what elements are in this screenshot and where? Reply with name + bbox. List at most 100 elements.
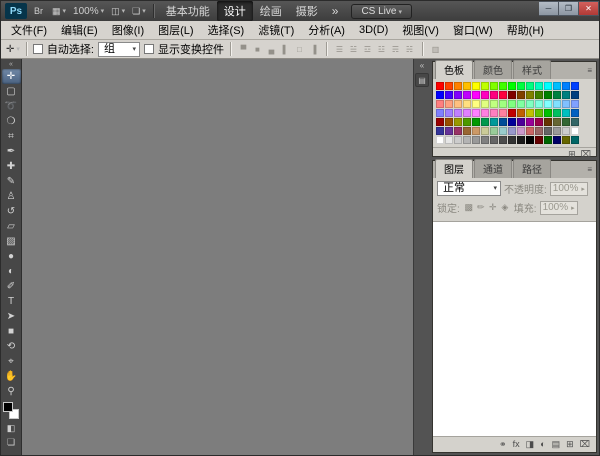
eyedropper-tool[interactable]: ✒	[2, 144, 21, 159]
color-swatch[interactable]	[472, 118, 480, 126]
crop-tool[interactable]: ⌗	[2, 129, 21, 144]
lock-all-icon[interactable]: ◈	[499, 202, 511, 213]
color-swatch[interactable]	[445, 91, 453, 99]
launch-bridge-icon[interactable]: Br	[30, 3, 47, 19]
color-swatch[interactable]	[481, 91, 489, 99]
rectangular-marquee-tool[interactable]: ▢	[2, 84, 21, 99]
color-swatch[interactable]	[526, 82, 534, 90]
color-swatch[interactable]	[562, 118, 570, 126]
color-swatch[interactable]	[490, 100, 498, 108]
panel-tab[interactable]: 路径	[513, 159, 551, 178]
collapsed-panel-icon[interactable]: ▤	[415, 73, 429, 87]
workspace-design[interactable]: 设计	[217, 1, 253, 21]
color-swatch[interactable]	[517, 100, 525, 108]
color-swatch[interactable]	[436, 100, 444, 108]
lock-transparent-pixels-icon[interactable]: ▩	[463, 202, 475, 213]
cs-live-button[interactable]: CS Live	[351, 4, 412, 19]
color-swatch[interactable]	[499, 127, 507, 135]
minimize-button[interactable]: ─	[539, 1, 559, 16]
panel-tab[interactable]: 样式	[513, 60, 551, 79]
menu-file[interactable]: 文件(F)	[4, 20, 54, 40]
color-swatch[interactable]	[535, 118, 543, 126]
color-swatch[interactable]	[544, 82, 552, 90]
zoom-tool[interactable]: ⚲	[2, 384, 21, 399]
menu-select[interactable]: 选择(S)	[201, 20, 252, 40]
menu-filter[interactable]: 滤镜(T)	[251, 20, 301, 40]
spot-healing-brush-tool[interactable]: ✚	[2, 159, 21, 174]
lock-position-icon[interactable]: ✛	[487, 202, 499, 213]
color-swatch[interactable]	[436, 91, 444, 99]
color-swatch[interactable]	[571, 127, 579, 135]
align-top-edges-icon[interactable]: ▀	[237, 45, 250, 54]
dodge-tool[interactable]: ◐	[2, 264, 21, 279]
distribute-top-edges-icon[interactable]: ☰	[333, 45, 346, 54]
menu-view[interactable]: 视图(V)	[395, 20, 446, 40]
color-swatch[interactable]	[463, 136, 471, 144]
color-swatch[interactable]	[508, 118, 516, 126]
move-tool[interactable]: ✛	[2, 69, 21, 84]
color-swatch[interactable]	[463, 82, 471, 90]
align-vertical-centers-icon[interactable]: ■	[251, 45, 264, 54]
restore-button[interactable]: ❐	[559, 1, 579, 16]
color-swatch[interactable]	[544, 91, 552, 99]
color-swatch[interactable]	[562, 127, 570, 135]
color-swatch[interactable]	[571, 118, 579, 126]
color-swatch[interactable]	[463, 91, 471, 99]
show-transform-checkbox[interactable]	[144, 44, 154, 54]
color-swatch[interactable]	[454, 100, 462, 108]
color-swatch[interactable]	[571, 136, 579, 144]
arrange-documents-icon[interactable]: ◫	[109, 3, 127, 19]
color-swatch[interactable]	[490, 91, 498, 99]
color-swatch[interactable]	[535, 82, 543, 90]
workspace-photography[interactable]: 摄影	[289, 1, 325, 21]
new-layer-icon[interactable]: ⊞	[566, 440, 574, 449]
color-swatch[interactable]	[499, 136, 507, 144]
3d-object-rotate-tool[interactable]: ⟲	[2, 339, 21, 354]
pen-tool[interactable]: ✐	[2, 279, 21, 294]
gradient-tool[interactable]: ▨	[2, 234, 21, 249]
eraser-tool[interactable]: ▱	[2, 219, 21, 234]
color-swatch[interactable]	[499, 118, 507, 126]
color-swatch[interactable]	[472, 136, 480, 144]
new-swatch-button[interactable]: ⊞	[568, 149, 576, 160]
panel-tab[interactable]: 色板	[435, 60, 473, 79]
color-swatch[interactable]	[454, 109, 462, 117]
panel-menu-icon[interactable]: ≡	[587, 165, 592, 174]
color-swatch[interactable]	[571, 82, 579, 90]
color-swatch[interactable]	[526, 136, 534, 144]
workspace-overflow-button[interactable]: »	[328, 4, 343, 18]
color-swatch[interactable]	[436, 127, 444, 135]
color-swatch[interactable]	[454, 91, 462, 99]
color-swatch[interactable]	[517, 82, 525, 90]
screen-mode-button[interactable]: ❏	[2, 435, 21, 449]
layer-group-icon[interactable]: ▤	[552, 440, 561, 449]
color-swatch[interactable]	[562, 82, 570, 90]
zoom-level-dropdown[interactable]: 100%	[71, 3, 106, 19]
type-tool[interactable]: T	[2, 294, 21, 309]
rectangle-tool[interactable]: ■	[2, 324, 21, 339]
color-swatch[interactable]	[436, 136, 444, 144]
color-swatch[interactable]	[535, 109, 543, 117]
color-swatch[interactable]	[445, 82, 453, 90]
auto-align-layers-icon[interactable]: ▥	[429, 45, 442, 54]
color-swatch[interactable]	[508, 127, 516, 135]
color-swatch[interactable]	[517, 91, 525, 99]
layers-list[interactable]	[433, 222, 596, 437]
color-swatch[interactable]	[445, 127, 453, 135]
workspace-painting[interactable]: 绘画	[253, 1, 289, 21]
color-swatch[interactable]	[436, 118, 444, 126]
layer-style-icon[interactable]: fx	[513, 440, 520, 449]
clone-stamp-tool[interactable]: ♙	[2, 189, 21, 204]
menu-image[interactable]: 图像(I)	[105, 20, 151, 40]
color-swatch[interactable]	[472, 100, 480, 108]
color-swatch[interactable]	[481, 82, 489, 90]
menu-analysis[interactable]: 分析(A)	[301, 20, 352, 40]
color-swatch[interactable]	[499, 82, 507, 90]
color-swatch[interactable]	[463, 109, 471, 117]
color-swatch[interactable]	[463, 100, 471, 108]
link-layers-icon[interactable]: ⚭	[499, 440, 507, 449]
color-swatch[interactable]	[472, 109, 480, 117]
color-swatch[interactable]	[445, 118, 453, 126]
color-swatch[interactable]	[571, 100, 579, 108]
distribute-vertical-centers-icon[interactable]: ☱	[347, 45, 360, 54]
